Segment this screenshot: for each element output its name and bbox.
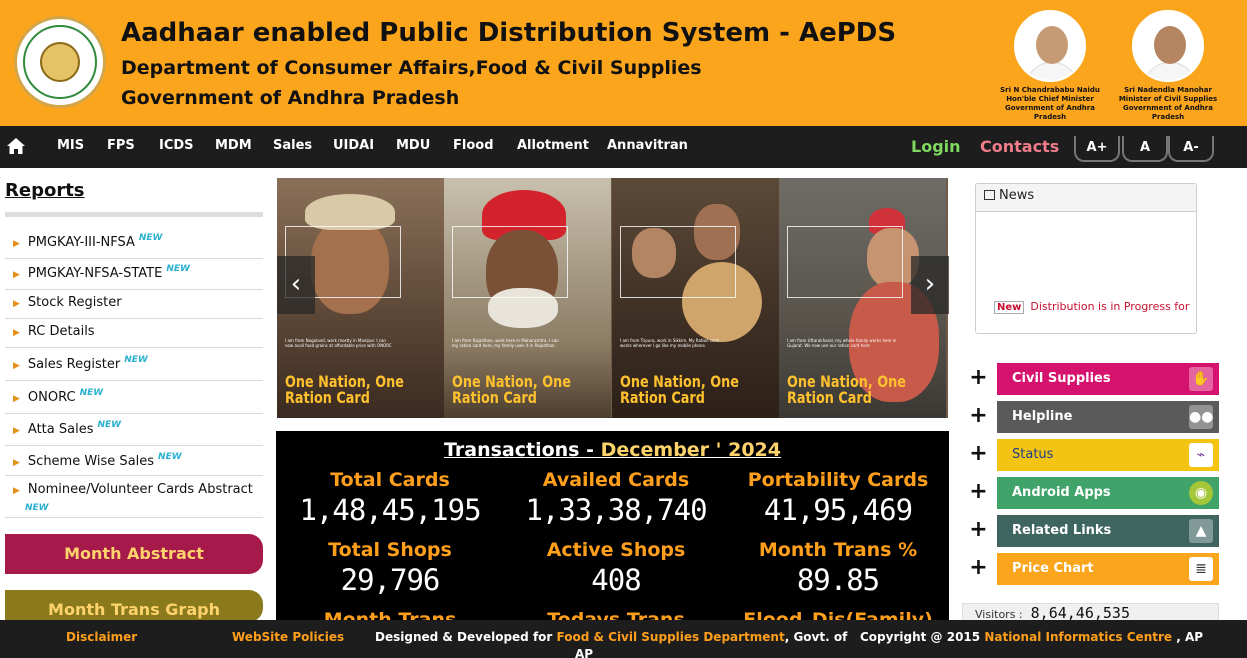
nic-link[interactable]: National Informatics Centre — [984, 630, 1172, 644]
food-civil-supplies-link[interactable]: Food & Civil Supplies Department — [557, 630, 785, 644]
newspaper-icon — [984, 190, 995, 200]
chief-minister-portrait: Sri N Chandrababu Naidu Hon'ble Chief Mi… — [994, 10, 1106, 122]
minister-portrait: Sri Nadendla Manohar Minister of Civil S… — [1112, 10, 1224, 122]
onorc-image-slider: I am from Nagaland, work mostly in Manip… — [277, 178, 948, 418]
transactions-panel: Transactions - December ' 2024 Total Car… — [276, 431, 949, 621]
nav-mdm[interactable]: MDM — [215, 138, 252, 153]
ap-emblem-logo — [14, 16, 106, 108]
nav-fps[interactable]: FPS — [107, 138, 135, 153]
quick-link-civil-supplies[interactable]: + Civil Supplies ✋ — [962, 363, 1219, 395]
font-increase-button[interactable]: A+ — [1074, 136, 1120, 162]
reports-heading[interactable]: Reports — [5, 180, 85, 201]
new-badge: NEW — [79, 388, 104, 398]
nav-mis[interactable]: MIS — [57, 138, 84, 153]
quick-link-android-apps[interactable]: + Android Apps ◉ — [962, 477, 1219, 509]
people-icon: ●● — [1189, 405, 1213, 429]
news-item[interactable]: New Distribution is in Progress for — [994, 300, 1189, 314]
slider-panel: I am from Tripura, work in Sikkim. My Ra… — [612, 178, 779, 418]
government-name: Government of Andhra Pradesh — [121, 87, 460, 109]
stat-portability-cards: Portability Cards 41,95,469 — [747, 469, 929, 527]
nav-icds[interactable]: ICDS — [159, 138, 194, 153]
report-pmgkay-nfsa-state[interactable]: ▶ PMGKAY-NFSA-STATE NEW — [5, 264, 263, 290]
department-name: Department of Consumer Affairs,Food & Ci… — [121, 57, 702, 79]
footer: Disclaimer WebSite Policies Designed & D… — [0, 620, 1247, 658]
report-sales-register[interactable]: ▶ Sales Register NEW — [5, 355, 263, 381]
stat-active-shops: Active Shops 408 — [546, 539, 686, 597]
nav-sales[interactable]: Sales — [273, 138, 312, 153]
designed-by-state: AP — [575, 647, 594, 658]
report-nominee-volunteer-cards[interactable]: ▶ Nominee/Volunteer Cards Abstract NEW — [5, 482, 263, 518]
new-badge: NEW — [25, 503, 49, 513]
designed-by-text: Designed & Developed for Food & Civil Su… — [375, 630, 848, 644]
new-badge: NEW — [97, 420, 122, 430]
slogan-text: One Nation, One Ration Card — [285, 372, 404, 407]
database-icon: ≣ — [1189, 557, 1213, 581]
new-badge: NEW — [124, 355, 148, 365]
font-decrease-button[interactable]: A- — [1168, 136, 1214, 162]
stat-total-shops: Total Shops 29,796 — [328, 539, 452, 597]
contacts-link[interactable]: Contacts — [980, 137, 1059, 156]
chevron-left-icon: ‹ — [290, 269, 302, 299]
site-title: Aadhaar enabled Public Distribution Syst… — [121, 18, 897, 48]
report-rc-details[interactable]: ▶ RC Details — [5, 324, 263, 348]
font-reset-button[interactable]: A — [1122, 136, 1168, 162]
slogan-text: One Nation, One Ration Card — [452, 372, 571, 407]
transactions-title: Transactions - December ' 2024 — [444, 439, 781, 461]
handshake-icon: ✋ — [1189, 367, 1213, 391]
report-scheme-wise-sales[interactable]: ▶ Scheme Wise Sales NEW — [5, 452, 263, 476]
header-banner: Aadhaar enabled Public Distribution Syst… — [0, 0, 1247, 126]
news-panel: News New Distribution is in Progress for — [975, 183, 1197, 334]
android-icon: ◉ — [1189, 481, 1213, 505]
copyright-text: Copyright @ 2015 National Informatics Ce… — [860, 630, 1204, 644]
report-onorc[interactable]: ▶ ONORC NEW — [5, 388, 263, 414]
quick-link-helpline[interactable]: + Helpline ●● — [962, 401, 1219, 433]
nav-annavitran[interactable]: Annavitran — [607, 138, 688, 153]
news-header: News — [976, 184, 1196, 212]
new-badge: NEW — [166, 264, 190, 274]
slogan-text: One Nation, One Ration Card — [620, 372, 739, 407]
main-navigation: MIS FPS ICDS MDM Sales UIDAI MDU Flood A… — [0, 126, 1247, 168]
chevron-right-icon: › — [924, 269, 936, 299]
quick-link-status[interactable]: + Status ⌁ — [962, 439, 1219, 471]
new-badge: NEW — [158, 452, 182, 462]
slider-panel: I am from Rajasthan, work here in Mahara… — [444, 178, 611, 418]
nav-allotment[interactable]: Allotment — [517, 138, 589, 153]
website-policies-link[interactable]: WebSite Policies — [232, 630, 344, 644]
home-icon[interactable] — [6, 137, 26, 155]
quick-link-related-links[interactable]: + Related Links ▲ — [962, 515, 1219, 547]
report-atta-sales[interactable]: ▶ Atta Sales NEW — [5, 420, 263, 446]
graduation-cap-icon: ▲ — [1189, 519, 1213, 543]
stat-availed-cards: Availed Cards 1,33,38,740 — [525, 469, 707, 527]
slider-next-button[interactable]: › — [911, 256, 949, 314]
quick-link-price-chart[interactable]: + Price Chart ≣ — [962, 553, 1219, 585]
month-abstract-button[interactable]: Month Abstract — [5, 534, 263, 574]
new-badge: NEW — [138, 233, 163, 243]
login-link[interactable]: Login — [911, 137, 961, 156]
nav-flood[interactable]: Flood — [453, 138, 494, 153]
disclaimer-link[interactable]: Disclaimer — [66, 630, 137, 644]
report-pmgkay-iii-nfsa[interactable]: ▶ PMGKAY-III-NFSA NEW — [5, 233, 263, 259]
stat-total-cards: Total Cards 1,48,45,195 — [299, 469, 481, 527]
slider-prev-button[interactable]: ‹ — [277, 256, 315, 314]
visitors-counter: Visitors :8,64,46,535 — [962, 603, 1219, 621]
reports-divider — [5, 212, 263, 217]
report-stock-register[interactable]: ▶ Stock Register — [5, 295, 263, 319]
chart-icon: ⌁ — [1189, 443, 1213, 467]
nav-uidai[interactable]: UIDAI — [333, 138, 374, 153]
stat-month-trans-percent: Month Trans % 89.85 — [758, 539, 918, 597]
new-badge: New — [994, 301, 1025, 314]
month-trans-graph-button[interactable]: Month Trans Graph — [5, 590, 263, 622]
nav-mdu[interactable]: MDU — [396, 138, 430, 153]
slogan-text: One Nation, One Ration Card — [787, 372, 906, 407]
